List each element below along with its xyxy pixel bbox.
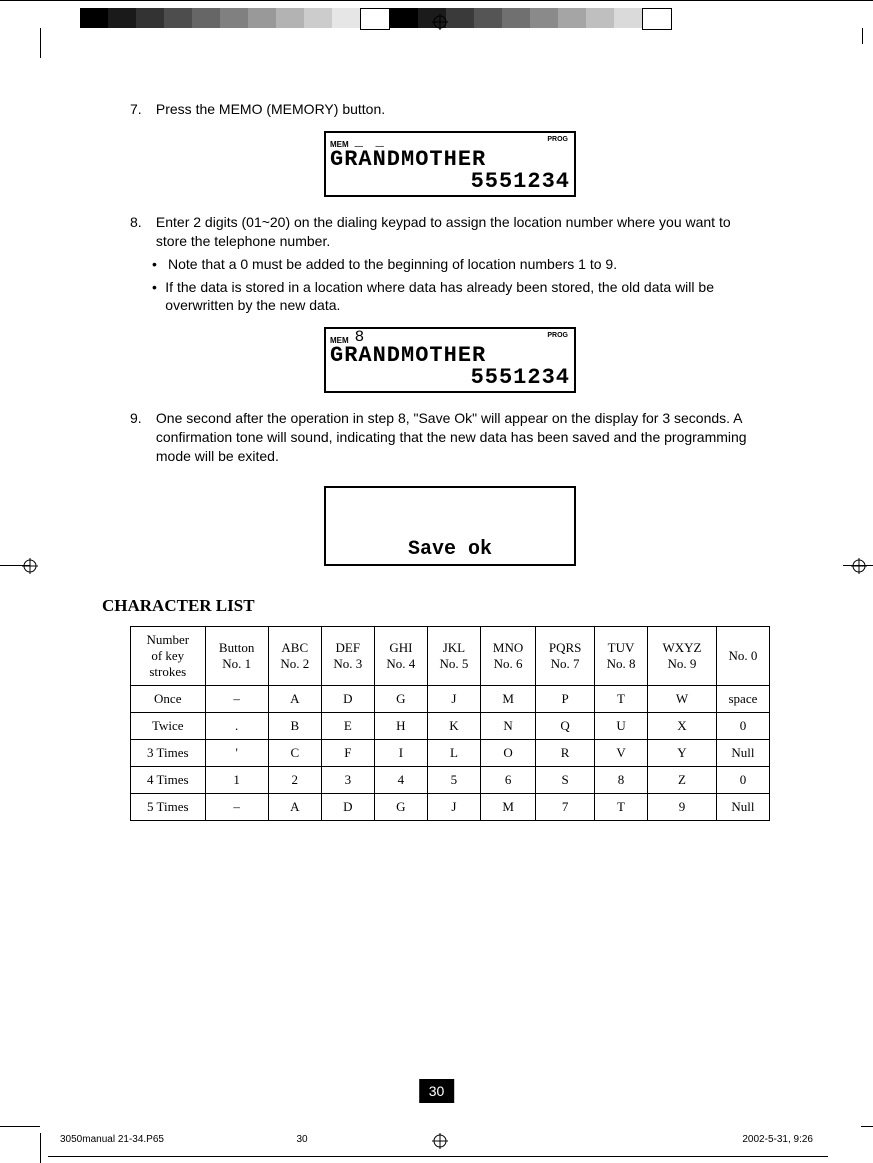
table-cell: Q	[536, 713, 595, 740]
step-number: 7.	[130, 100, 152, 119]
table-cell: space	[716, 686, 769, 713]
table-cell: A	[268, 686, 321, 713]
table-cell: 8	[594, 767, 647, 794]
bullet-icon: •	[152, 255, 168, 274]
table-header-cell: Numberof keystrokes	[131, 627, 206, 686]
bullet-text: If the data is stored in a location wher…	[165, 278, 770, 316]
color-calibration-bar	[80, 8, 672, 30]
lcd-name: GRANDMOTHER	[330, 149, 570, 171]
table-cell: Y	[648, 740, 717, 767]
table-cell: Null	[716, 794, 769, 821]
table-cell: Twice	[131, 713, 206, 740]
table-cell: 0	[716, 713, 769, 740]
table-cell: 3 Times	[131, 740, 206, 767]
table-cell: 4 Times	[131, 767, 206, 794]
table-cell: T	[594, 794, 647, 821]
prog-indicator: PROG	[547, 332, 568, 339]
table-cell: 3	[321, 767, 374, 794]
table-cell: F	[321, 740, 374, 767]
table-cell: T	[594, 686, 647, 713]
table-cell: L	[427, 740, 480, 767]
table-cell: Z	[648, 767, 717, 794]
table-cell: P	[536, 686, 595, 713]
table-cell: K	[427, 713, 480, 740]
table-header-cell: TUVNo. 8	[594, 627, 647, 686]
table-cell: I	[374, 740, 427, 767]
lcd-number: 5551234	[330, 367, 570, 389]
table-cell: S	[536, 767, 595, 794]
lcd-display: Save ok	[324, 486, 576, 566]
step-number: 9.	[130, 409, 152, 428]
table-cell: '	[205, 740, 268, 767]
table-cell: D	[321, 686, 374, 713]
step-text: Press the MEMO (MEMORY) button.	[156, 100, 756, 119]
table-row: 4 Times123456S8Z0	[131, 767, 770, 794]
table-cell: V	[594, 740, 647, 767]
character-list-table: Numberof keystrokesButtonNo. 1ABCNo. 2DE…	[130, 626, 770, 821]
registration-mark-icon	[851, 558, 867, 574]
table-header-cell: JKLNo. 5	[427, 627, 480, 686]
bullet-icon: •	[152, 278, 165, 316]
table-header-cell: MNONo. 6	[480, 627, 535, 686]
table-cell: J	[427, 686, 480, 713]
table-cell: E	[321, 713, 374, 740]
table-row: Twice.BEHKNQUX0	[131, 713, 770, 740]
lcd-message: Save ok	[408, 540, 492, 560]
table-cell: 0	[716, 767, 769, 794]
table-cell: 6	[480, 767, 535, 794]
lcd-name: GRANDMOTHER	[330, 345, 570, 367]
table-cell: A	[268, 794, 321, 821]
table-header-cell: GHINo. 4	[374, 627, 427, 686]
table-row: 3 Times'CFILORVYNull	[131, 740, 770, 767]
table-cell: 4	[374, 767, 427, 794]
bullet-text: Note that a 0 must be added to the begin…	[168, 255, 617, 274]
table-cell: O	[480, 740, 535, 767]
table-cell: M	[480, 794, 535, 821]
table-cell: 7	[536, 794, 595, 821]
lcd-number: 5551234	[330, 171, 570, 193]
table-cell: D	[321, 794, 374, 821]
table-cell: Null	[716, 740, 769, 767]
step-text: One second after the operation in step 8…	[156, 409, 756, 466]
table-cell: –	[205, 686, 268, 713]
table-cell: Once	[131, 686, 206, 713]
table-header-cell: PQRSNo. 7	[536, 627, 595, 686]
table-header-cell: DEFNo. 3	[321, 627, 374, 686]
table-cell: C	[268, 740, 321, 767]
registration-mark-icon	[22, 558, 38, 574]
table-header-cell: ButtonNo. 1	[205, 627, 268, 686]
table-cell: G	[374, 686, 427, 713]
table-cell: N	[480, 713, 535, 740]
table-cell: 5 Times	[131, 794, 206, 821]
section-heading: CHARACTER LIST	[102, 596, 770, 616]
lcd-display: PROG MEM _ _ GRANDMOTHER 5551234	[324, 131, 576, 197]
prog-indicator: PROG	[547, 136, 568, 143]
table-header-cell: ABCNo. 2	[268, 627, 321, 686]
table-cell: X	[648, 713, 717, 740]
table-cell: J	[427, 794, 480, 821]
table-cell: W	[648, 686, 717, 713]
table-cell: 9	[648, 794, 717, 821]
table-cell: 2	[268, 767, 321, 794]
step-number: 8.	[130, 213, 152, 232]
table-cell: .	[205, 713, 268, 740]
table-row: Once–ADGJMPTWspace	[131, 686, 770, 713]
table-cell: –	[205, 794, 268, 821]
table-cell: H	[374, 713, 427, 740]
table-cell: 5	[427, 767, 480, 794]
registration-mark-icon	[432, 14, 448, 30]
table-header-cell: WXYZNo. 9	[648, 627, 717, 686]
table-cell: G	[374, 794, 427, 821]
lcd-display: PROG MEM 8 GRANDMOTHER 5551234	[324, 327, 576, 393]
table-cell: 1	[205, 767, 268, 794]
table-cell: M	[480, 686, 535, 713]
table-header-cell: No. 0	[716, 627, 769, 686]
page-number: 30	[419, 1079, 455, 1103]
table-cell: U	[594, 713, 647, 740]
table-cell: R	[536, 740, 595, 767]
step-text: Enter 2 digits (01~20) on the dialing ke…	[156, 213, 756, 251]
table-cell: B	[268, 713, 321, 740]
table-row: 5 Times–ADGJM7T9Null	[131, 794, 770, 821]
